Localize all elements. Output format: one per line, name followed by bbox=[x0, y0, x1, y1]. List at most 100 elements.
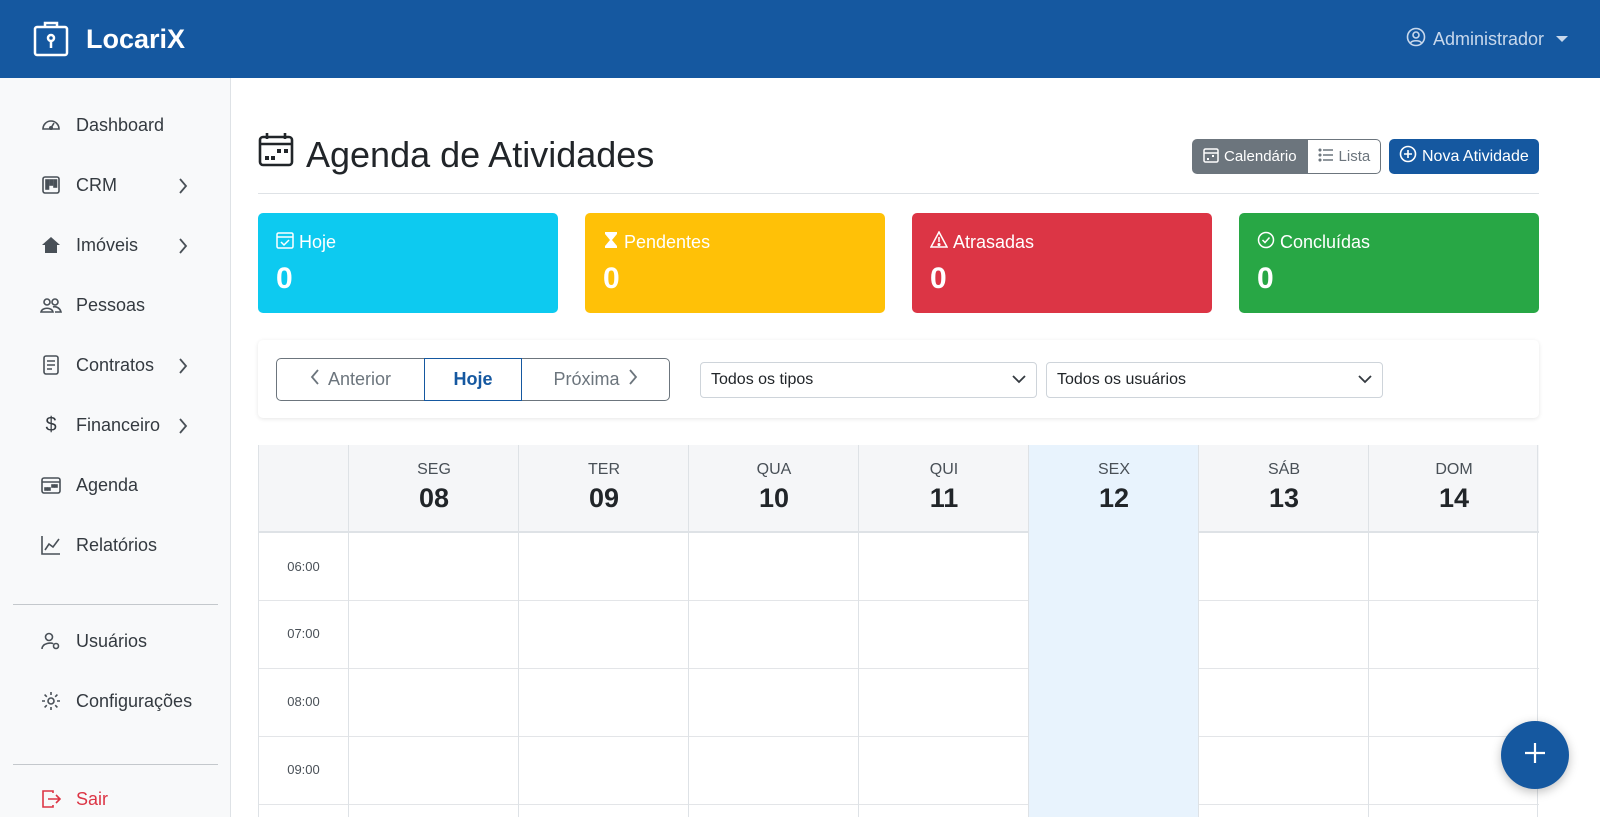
hourglass-icon bbox=[603, 231, 619, 254]
chevron-right-icon bbox=[628, 369, 638, 390]
sidebar-item-relatorios[interactable]: Relatórios bbox=[40, 530, 200, 560]
day-date: 10 bbox=[758, 483, 790, 513]
today-label: Hoje bbox=[453, 369, 493, 389]
next-week-button[interactable]: Próxima bbox=[521, 358, 670, 401]
sidebar-item-agenda[interactable]: Agenda bbox=[40, 470, 200, 500]
sidebar-item-label: Contratos bbox=[76, 354, 155, 375]
user-select[interactable]: Todos os usuários bbox=[1046, 362, 1383, 398]
day-name: QUI bbox=[929, 461, 959, 478]
time-label: 06:00 bbox=[287, 559, 320, 574]
list-view-button[interactable]: Lista bbox=[1307, 139, 1382, 174]
caret-down-icon bbox=[1556, 36, 1568, 42]
stat-label: Pendentes bbox=[624, 232, 711, 252]
next-week-label: Próxima bbox=[553, 369, 620, 389]
day-column[interactable]: QUA 10 bbox=[688, 445, 858, 817]
sidebar-item-label: Agenda bbox=[76, 474, 139, 495]
sidebar-item-label: Imóveis bbox=[76, 234, 139, 255]
day-name: SÁB bbox=[1267, 461, 1300, 478]
day-column-today[interactable]: SEX 12 bbox=[1028, 445, 1198, 817]
day-column[interactable]: QUI 11 bbox=[858, 445, 1028, 817]
gear-icon bbox=[40, 690, 62, 712]
calendar-week-icon bbox=[40, 474, 62, 496]
page-header: Agenda de Atividades Calendário Lista No… bbox=[258, 132, 1539, 194]
sidebar-item-imoveis[interactable]: Imóveis bbox=[40, 230, 200, 260]
brand-name: LocariX bbox=[86, 23, 186, 54]
top-navbar: LocariX Administrador bbox=[0, 0, 1600, 78]
time-label: 09:00 bbox=[287, 762, 320, 777]
day-header: SÁB 13 bbox=[1199, 445, 1369, 533]
plus-circle-icon bbox=[1399, 145, 1417, 168]
day-column[interactable]: TER 09 bbox=[518, 445, 688, 817]
sidebar-item-configuracoes[interactable]: Configurações bbox=[40, 686, 200, 716]
chevron-down-icon bbox=[1012, 371, 1026, 389]
box-arrow-right-icon bbox=[40, 788, 62, 810]
chevron-right-icon bbox=[178, 178, 188, 199]
sidebar-item-usuarios[interactable]: Usuários bbox=[40, 626, 200, 656]
stat-card-today: Hoje 0 bbox=[258, 213, 558, 313]
day-header: SEX 12 bbox=[1029, 445, 1199, 533]
activity-type-select[interactable]: Todos os tipos bbox=[700, 362, 1037, 398]
filter-bar: Anterior Hoje Próxima Todos os tipos Tod… bbox=[258, 340, 1539, 418]
day-date: 12 bbox=[1098, 483, 1130, 513]
day-name: QUA bbox=[756, 461, 792, 478]
sidebar-divider bbox=[13, 604, 218, 605]
stat-label: Hoje bbox=[299, 232, 337, 252]
activity-type-value: Todos os tipos bbox=[711, 371, 814, 388]
new-activity-label: Nova Atividade bbox=[1422, 147, 1529, 165]
stat-card-pending: Pendentes 0 bbox=[585, 213, 885, 313]
day-column[interactable]: SEG 08 bbox=[348, 445, 518, 817]
calendar-view-label: Calendário bbox=[1224, 148, 1297, 165]
day-header: DOM 14 bbox=[1369, 445, 1539, 533]
sidebar-item-contratos[interactable]: Contratos bbox=[40, 350, 200, 380]
calendar-check-icon bbox=[276, 231, 294, 254]
time-label: 07:00 bbox=[287, 626, 320, 641]
person-circle-icon bbox=[1406, 27, 1426, 52]
plus-icon bbox=[1523, 741, 1547, 770]
sidebar-item-logout[interactable]: Sair bbox=[40, 784, 200, 814]
chevron-right-icon bbox=[178, 358, 188, 379]
person-gear-icon bbox=[40, 630, 62, 652]
chevron-down-icon bbox=[1358, 371, 1372, 389]
brand[interactable]: LocariX bbox=[32, 20, 185, 58]
warning-triangle-icon bbox=[929, 230, 949, 254]
stat-value: 0 bbox=[276, 262, 293, 295]
user-name: Administrador bbox=[1432, 28, 1544, 49]
sidebar-item-financeiro[interactable]: $ Financeiro bbox=[40, 410, 200, 440]
list-view-label: Lista bbox=[1338, 148, 1371, 165]
day-header: QUA 10 bbox=[689, 445, 859, 533]
sidebar-item-crm[interactable]: CRM bbox=[40, 170, 200, 200]
day-name: SEG bbox=[417, 461, 451, 478]
kanban-icon bbox=[40, 174, 62, 196]
user-menu[interactable]: Administrador bbox=[1406, 27, 1568, 52]
week-calendar: SEG 08 TER 09 QUA 10 QUI 11 SEX 12 SÁB 1… bbox=[258, 445, 1539, 817]
stat-card-overdue: Atrasadas 0 bbox=[912, 213, 1212, 313]
sidebar-divider bbox=[13, 764, 218, 765]
sidebar-item-label: Relatórios bbox=[76, 534, 158, 555]
sidebar-item-pessoas[interactable]: Pessoas bbox=[40, 290, 200, 320]
day-name: TER bbox=[588, 461, 620, 478]
calendar-week-icon bbox=[258, 132, 294, 177]
sidebar-item-dashboard[interactable]: Dashboard bbox=[40, 110, 200, 140]
prev-week-button[interactable]: Anterior bbox=[276, 358, 425, 401]
day-date: 08 bbox=[418, 483, 450, 513]
day-name: DOM bbox=[1435, 461, 1473, 478]
sidebar-item-label: Dashboard bbox=[76, 114, 165, 135]
sidebar-item-label: Configurações bbox=[76, 690, 193, 711]
stat-value: 0 bbox=[930, 262, 947, 295]
prev-week-label: Anterior bbox=[327, 369, 392, 389]
sidebar-item-label: Financeiro bbox=[76, 414, 161, 435]
day-header: QUI 11 bbox=[859, 445, 1029, 533]
week-nav-group: Anterior Hoje Próxima bbox=[276, 358, 670, 401]
floating-add-button[interactable] bbox=[1501, 721, 1569, 789]
day-date: 09 bbox=[588, 483, 620, 513]
speedometer-icon bbox=[40, 114, 62, 136]
lock-box-icon bbox=[32, 20, 70, 58]
day-column[interactable]: SÁB 13 bbox=[1198, 445, 1368, 817]
new-activity-button[interactable]: Nova Atividade bbox=[1389, 139, 1539, 174]
check-circle-icon bbox=[1257, 231, 1275, 254]
calendar-view-button[interactable]: Calendário bbox=[1192, 139, 1308, 174]
chevron-left-icon bbox=[310, 369, 320, 390]
today-button[interactable]: Hoje bbox=[424, 358, 522, 401]
stat-value: 0 bbox=[603, 262, 620, 295]
dollar-icon: $ bbox=[45, 413, 57, 436]
